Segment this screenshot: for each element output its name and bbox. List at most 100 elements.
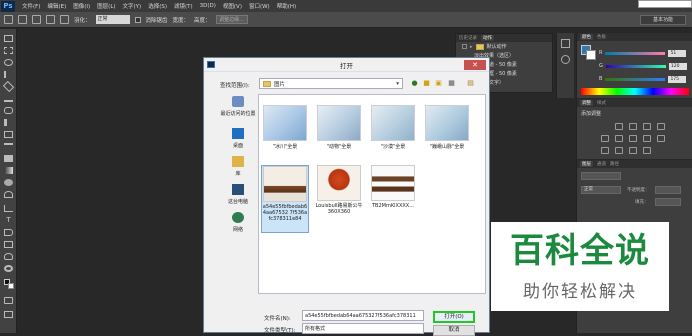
place-recent[interactable]: 最近访问的位置 [220,96,256,117]
file-item[interactable]: "动物"全景 [315,105,363,150]
gradient-map-icon[interactable] [643,147,651,154]
g-value[interactable]: 120 [668,62,687,70]
zoom-tool-icon[interactable] [4,265,13,272]
history-brush-tool-icon[interactable] [4,143,13,150]
black-white-icon[interactable] [643,135,651,142]
curves-icon[interactable] [643,123,651,130]
tab-history[interactable]: 历史记录 [459,35,477,41]
gradient-tool-icon[interactable] [4,167,13,174]
tab-swatches[interactable]: 色板 [597,34,606,40]
actions-panel-icon[interactable] [561,55,570,64]
add-selection-icon[interactable] [32,15,41,24]
healing-brush-tool-icon[interactable] [4,107,13,114]
r-slider[interactable] [605,51,666,55]
file-list[interactable]: "冰川"全景 "动物"全景 "沙漠"全景 "巍峨山脉"全景 a54e55fbfb… [258,94,486,294]
b-slider[interactable] [605,77,666,81]
new-folder-icon[interactable]: ▣ [434,79,443,88]
intersect-selection-icon[interactable] [60,15,69,24]
file-item[interactable]: TB2MmKlXXXX... [369,165,417,209]
background-swatch[interactable] [586,50,596,60]
fill-input[interactable] [655,198,681,206]
anti-alias-checkbox[interactable] [134,16,141,23]
menu-help[interactable]: 帮助(H) [277,2,296,10]
eraser-tool-icon[interactable] [4,155,13,162]
brightness-icon[interactable] [615,123,623,130]
menu-type[interactable]: 文字(Y) [123,2,142,10]
move-tool-icon[interactable] [4,35,13,42]
file-item[interactable]: "沙漠"全景 [369,105,417,150]
blend-mode-select[interactable]: 正常 [581,186,621,194]
vibrance-icon[interactable] [601,135,609,142]
quick-select-tool-icon[interactable] [4,71,13,78]
levels-icon[interactable] [629,123,637,130]
close-button[interactable]: ✕ [464,60,486,70]
tab-color[interactable]: 颜色 [580,34,593,40]
menu-file[interactable]: 文件(F) [22,2,40,10]
type-tool-icon[interactable]: T [4,217,13,224]
menu-filter[interactable]: 滤镜(T) [174,2,193,10]
rectangle-tool-icon[interactable] [4,241,13,248]
tab-actions[interactable]: 动作 [481,35,494,41]
window-controls[interactable] [638,0,692,8]
background-color-swatch[interactable] [8,283,14,289]
dodge-tool-icon[interactable] [4,191,13,198]
tab-adjustments[interactable]: 调整 [580,100,593,106]
new-selection-icon[interactable] [18,15,27,24]
back-icon[interactable]: ● [410,79,419,88]
tab-channels[interactable]: 通道 [597,161,606,167]
tab-paths[interactable]: 路径 [610,161,619,167]
threshold-icon[interactable] [629,147,637,154]
exposure-icon[interactable] [657,123,665,130]
dialog-titlebar[interactable]: 打开 ✕ [204,58,489,72]
color-ramp[interactable] [581,88,689,95]
filename-input[interactable]: a54e55fbfbedab64aa675327f536afc378311 [302,310,424,321]
posterize-icon[interactable] [615,147,623,154]
stamp-tool-icon[interactable] [4,131,13,138]
path-select-tool-icon[interactable] [4,229,13,236]
eyedropper-tool-icon[interactable] [4,95,13,102]
place-desktop[interactable]: 桌面 [220,128,256,149]
place-library[interactable]: 库 [220,156,256,177]
pen-tool-icon[interactable] [4,205,13,212]
history-panel-icon[interactable] [561,39,570,48]
opacity-input[interactable] [655,186,681,194]
brush-tool-icon[interactable] [4,119,13,126]
subtract-selection-icon[interactable] [46,15,55,24]
menu-3d[interactable]: 3D(D) [200,3,216,9]
action-item[interactable]: ▸ 默认动作 [456,42,552,51]
refine-edge-button[interactable]: 调整边缘... [215,15,248,24]
preview-icon[interactable]: ▤ [466,79,475,88]
style-select[interactable]: 正常 [95,15,130,24]
lookin-combo[interactable]: 图片 ▾ [259,78,403,89]
menu-image[interactable]: 图像(I) [73,2,90,10]
menu-view[interactable]: 视图(V) [223,2,242,10]
menu-select[interactable]: 选择(S) [148,2,167,10]
view-menu-icon[interactable]: ▦ [447,79,456,88]
file-item[interactable]: "巍峨山脉"全景 [423,105,471,150]
blur-tool-icon[interactable] [4,179,13,186]
color-balance-icon[interactable] [629,135,637,142]
place-network[interactable]: 网络 [220,212,256,233]
file-item[interactable]: Louisbull路易斯公牛360X360 [315,165,363,215]
place-this-pc[interactable]: 这台电脑 [220,184,256,205]
marquee-tool-icon[interactable] [4,15,13,24]
menu-edit[interactable]: 编辑(E) [47,2,66,10]
menu-layer[interactable]: 图层(L) [97,2,115,10]
g-slider[interactable] [605,64,666,68]
file-item-selected[interactable]: a54e55fbfbedab64aa67532 7f536afc378311e8… [261,165,309,233]
r-value[interactable]: 51 [668,49,687,57]
tab-styles[interactable]: 样式 [597,100,606,106]
file-item[interactable]: "冰川"全景 [261,105,309,150]
tab-layers[interactable]: 图层 [580,161,593,167]
marquee-tool-icon[interactable] [4,47,13,54]
cancel-button[interactable]: 取消 [433,325,475,336]
hue-saturation-icon[interactable] [615,135,623,142]
workspace-select[interactable]: 基本功能 [640,15,686,25]
open-button[interactable]: 打开(O) [433,311,475,323]
menu-window[interactable]: 窗口(W) [249,2,270,10]
filetype-select[interactable]: 所有格式 [302,323,424,334]
lasso-tool-icon[interactable] [4,59,13,66]
up-folder-icon[interactable]: ■ [422,79,431,88]
crop-tool-icon[interactable] [2,80,15,93]
hand-tool-icon[interactable] [4,253,13,260]
